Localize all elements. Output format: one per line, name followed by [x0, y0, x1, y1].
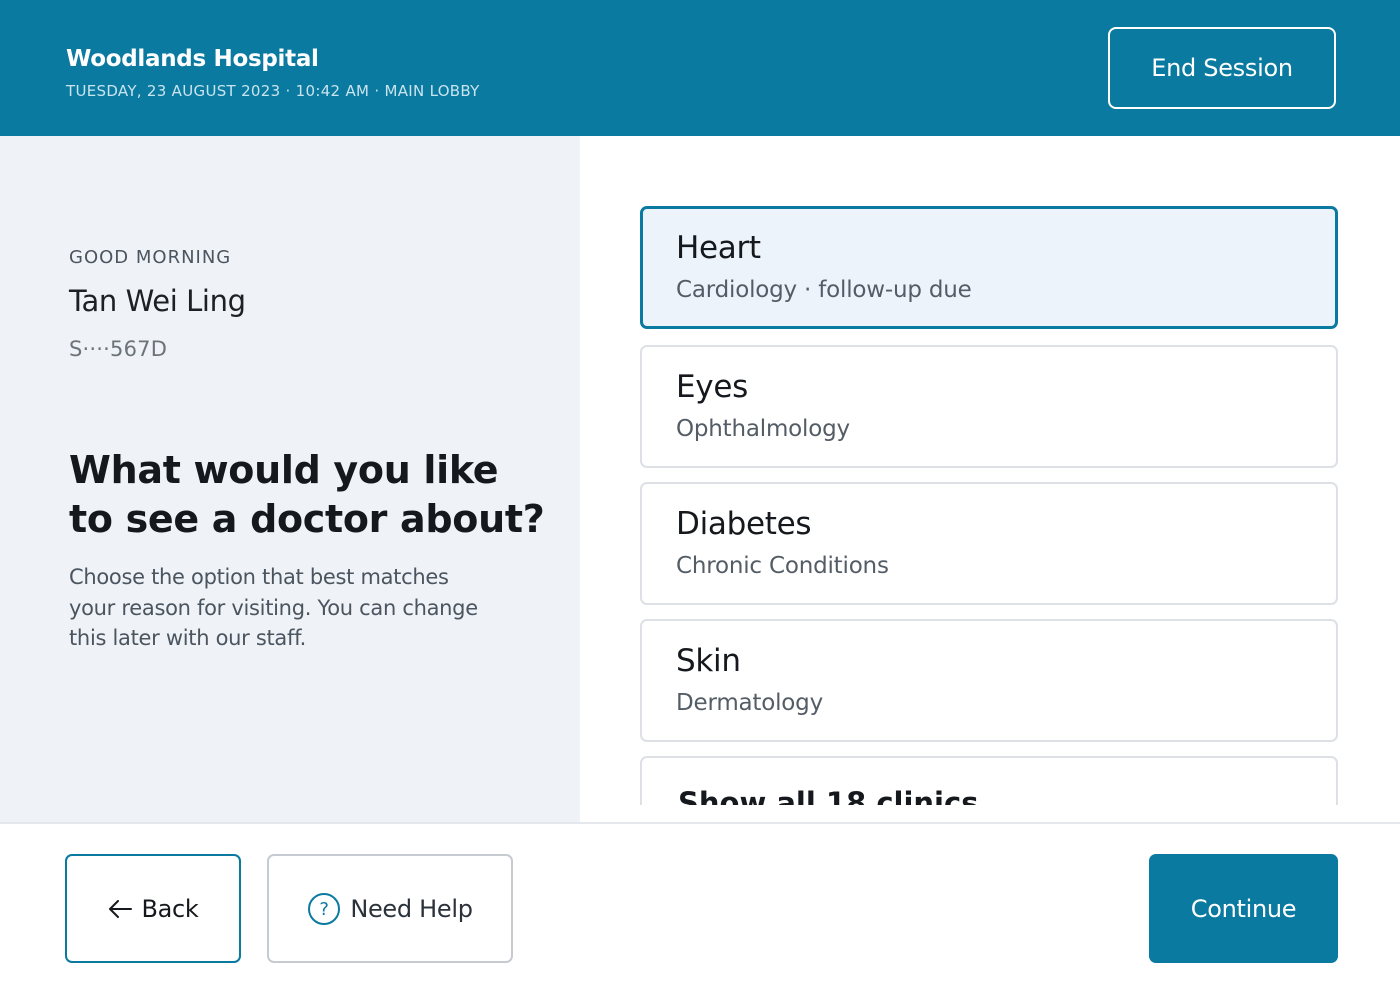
back-label: Back [141, 894, 199, 923]
greeting: GOOD MORNING [69, 247, 232, 268]
clinic-title: Heart [676, 230, 761, 266]
continue-button[interactable]: Continue [1149, 854, 1338, 963]
clinic-option-eyes[interactable]: Eyes Ophthalmology [640, 345, 1338, 468]
svg-text:?: ? [320, 899, 329, 920]
question-circle-icon: ? [307, 892, 341, 926]
hospital-name: Woodlands Hospital [66, 46, 319, 72]
clinic-subtitle: Chronic Conditions [676, 553, 889, 579]
app-header: Woodlands Hospital TUESDAY, 23 AUGUST 20… [0, 0, 1400, 136]
show-all-clinics-button[interactable]: Show all 18 clinics [640, 756, 1338, 805]
clinic-subtitle: Ophthalmology [676, 416, 850, 442]
patient-name: Tan Wei Ling [69, 284, 246, 318]
clinic-option-heart[interactable]: Heart Cardiology · follow-up due [640, 206, 1338, 329]
back-button[interactable]: Back [65, 854, 241, 963]
clinic-title: Eyes [676, 369, 748, 405]
clinic-subtitle: Dermatology [676, 690, 823, 716]
clinic-option-diabetes[interactable]: Diabetes Chronic Conditions [640, 482, 1338, 605]
clinic-title: Diabetes [676, 506, 812, 542]
clinic-title: Skin [676, 643, 741, 679]
instructions: Choose the option that best matches your… [69, 565, 478, 650]
clinic-subtitle: Cardiology · follow-up due [676, 277, 972, 303]
clinic-option-skin[interactable]: Skin Dermatology [640, 619, 1338, 742]
end-session-button[interactable]: End Session [1108, 27, 1336, 109]
arrow-left-icon [107, 897, 133, 921]
need-help-button[interactable]: ? Need Help [267, 854, 513, 963]
patient-id: S····567D [69, 337, 168, 361]
session-meta: TUESDAY, 23 AUGUST 2023 · 10:42 AM · MAI… [66, 82, 480, 100]
need-help-label: Need Help [350, 894, 473, 923]
footer-divider [0, 822, 1400, 824]
clinic-list: Heart Cardiology · follow-up due Eyes Op… [620, 136, 1360, 805]
page-title: What would you like to see a doctor abou… [69, 448, 545, 541]
show-all-label: Show all 18 clinics [678, 786, 979, 805]
